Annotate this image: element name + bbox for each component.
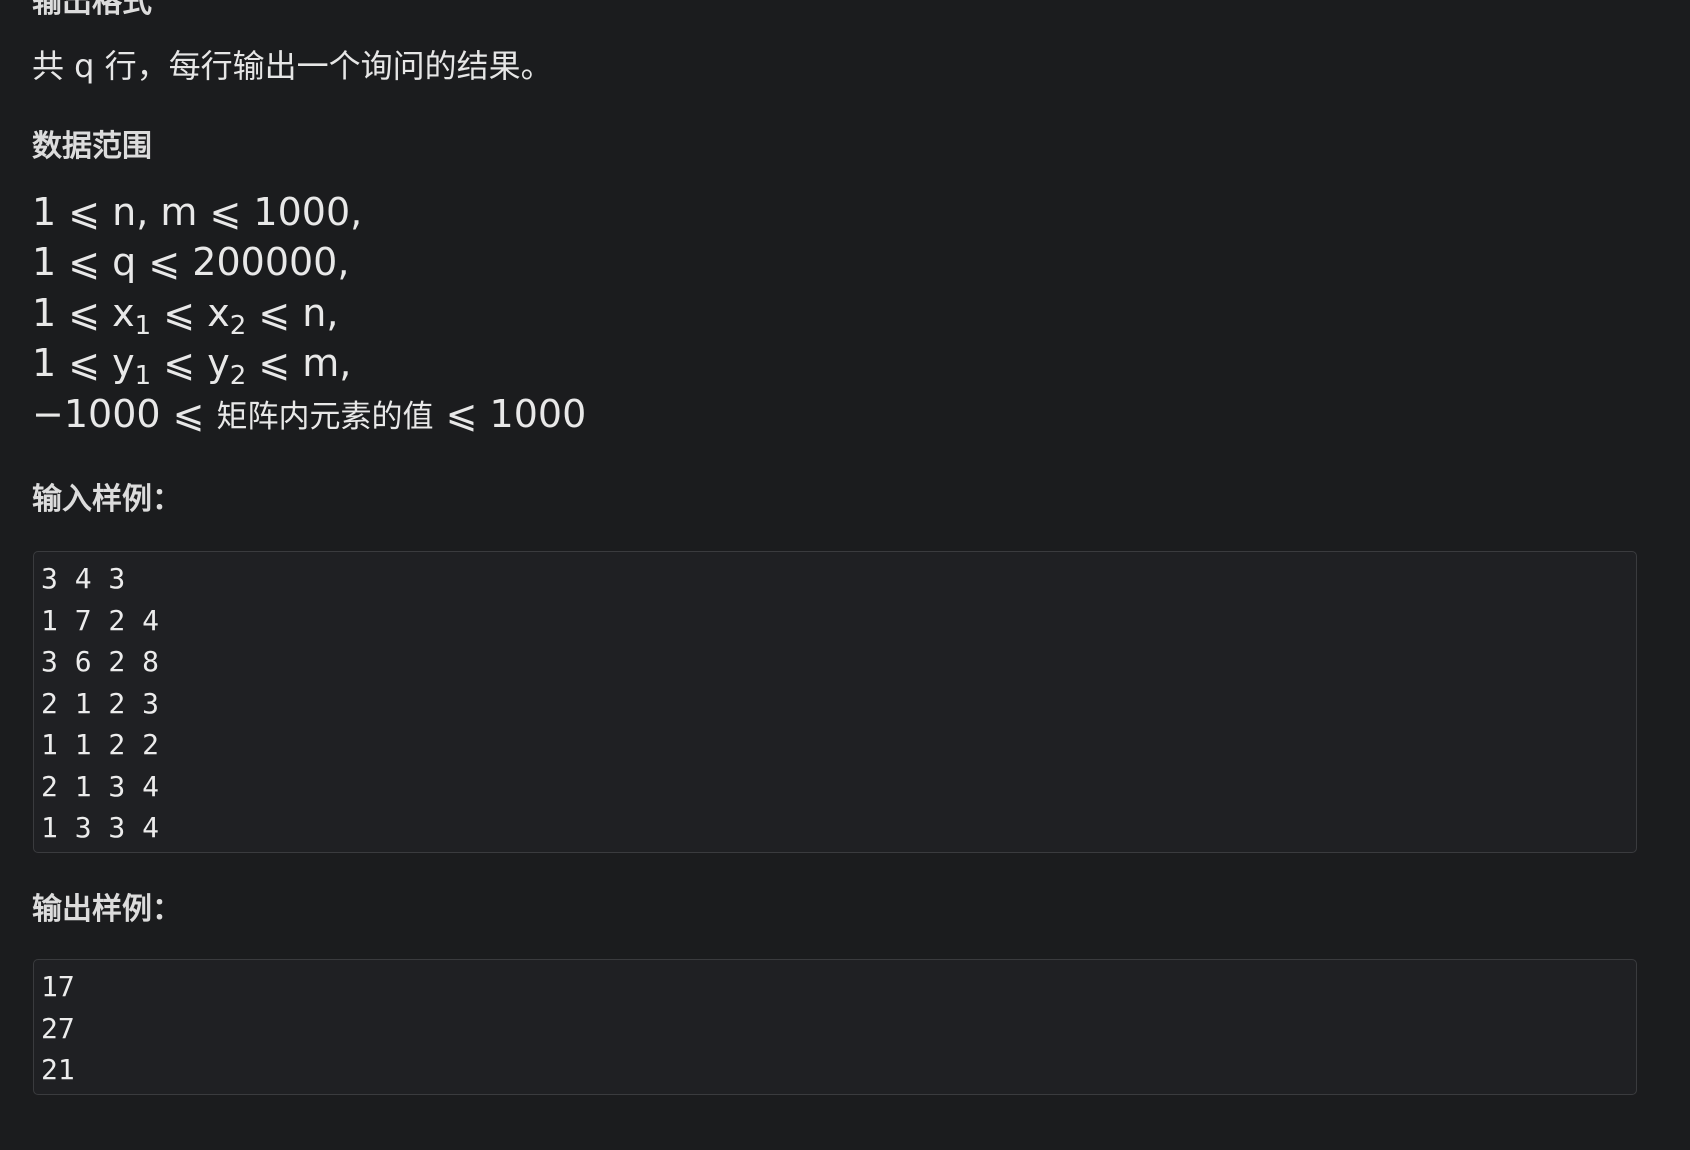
constraint-x-sub1: 1 [134, 311, 152, 341]
constraint-matrix-part-a: −1000 ⩽ [32, 392, 217, 436]
code-line: 1 3 3 4 [41, 811, 160, 844]
constraint-y: 1 ⩽ y1 ⩽ y2 ⩽ m, [32, 341, 352, 389]
constraint-x-part-b: ⩽ x [151, 291, 230, 335]
code-line: 21 [41, 1053, 75, 1086]
output-format-text: 共 q 行，每行输出一个询问的结果。 [32, 47, 553, 85]
sample-output-block[interactable]: 17 27 21 [33, 959, 1637, 1095]
constraint-y-part-a: 1 ⩽ y [32, 341, 135, 385]
code-line: 1 7 2 4 [41, 603, 160, 637]
data-range-title: 数据范围 [32, 129, 152, 164]
constraint-y-sub1: 1 [134, 361, 152, 391]
constraint-matrix-part-c: ⩽ 1000 [433, 392, 587, 436]
constraint-n-m: 1 ⩽ n, m ⩽ 1000, [32, 190, 363, 234]
constraint-y-sub2: 2 [229, 361, 247, 391]
sample-input-title: 输入样例： [32, 482, 182, 517]
constraint-matrix-cjk: 矩阵内元素的值 [216, 399, 434, 435]
code-line: 2 1 2 3 [41, 686, 160, 720]
constraint-x-part-a: 1 ⩽ x [32, 291, 135, 335]
code-line: 3 4 3 [41, 562, 126, 595]
output-format-title: 输出格式 [32, 0, 152, 20]
code-line: 2 1 3 4 [41, 769, 160, 803]
constraint-q: 1 ⩽ q ⩽ 200000, [32, 240, 350, 284]
sample-output-title: 输出样例： [32, 892, 182, 927]
code-line: 1 1 2 2 [41, 728, 160, 761]
constraint-y-part-b: ⩽ y [151, 341, 230, 385]
sample-input-block[interactable]: 3 4 3 1 7 2 4 3 6 2 8 2 1 2 3 1 1 2 2 2 … [33, 551, 1637, 853]
constraint-x: 1 ⩽ x1 ⩽ x2 ⩽ n, [32, 291, 339, 339]
constraint-y-part-c: ⩽ m, [246, 341, 352, 385]
constraint-x-part-c: ⩽ n, [246, 291, 339, 335]
code-line: 3 6 2 8 [41, 645, 160, 678]
constraint-matrix-value: −1000 ⩽ 矩阵内元素的值 ⩽ 1000 [32, 395, 586, 433]
code-line: 17 [41, 970, 75, 1003]
constraint-x-sub2: 2 [229, 311, 247, 341]
code-line: 27 [41, 1011, 75, 1045]
